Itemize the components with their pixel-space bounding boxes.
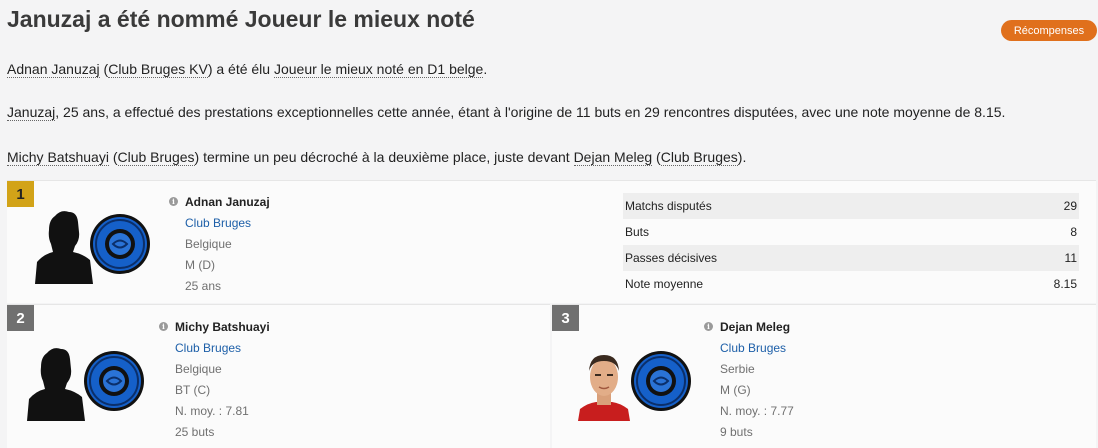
player-goals: 25 buts (175, 425, 215, 439)
info-icon[interactable]: i (169, 197, 178, 206)
news-paragraph-3: Michy Batshuayi (Club Bruges) termine un… (7, 149, 747, 166)
club-link-3[interactable]: Club Bruges (660, 149, 738, 166)
stat-row-matches: Matchs disputés 29 (623, 193, 1079, 219)
page-title: Januzaj a été nommé Joueur le mieux noté (7, 6, 475, 32)
player-club[interactable]: Club Bruges (175, 341, 241, 355)
player-position: M (D) (185, 258, 215, 272)
stat-row-assists: Passes décisives 11 (623, 245, 1079, 271)
first-place-card: 1 i Adnan Januzaj Club Bruges Belgique M… (7, 180, 1096, 303)
news-paragraph-2: Januzaj, 25 ans, a effectué des prestati… (7, 104, 1006, 121)
player-silhouette-icon (35, 211, 93, 284)
stat-row-goals: Buts 8 (625, 225, 1077, 239)
player-link-meleg[interactable]: Dejan Meleg (573, 149, 653, 166)
player-name[interactable]: Michy Batshuayi (175, 320, 270, 334)
rank-badge: 2 (7, 305, 34, 331)
player-name[interactable]: Adnan Januzaj (185, 195, 270, 209)
club-crest-icon (90, 214, 150, 274)
player-silhouette-icon (27, 348, 85, 421)
stat-row-rating: Note moyenne 8.15 (625, 277, 1077, 291)
player-nation: Belgique (175, 362, 222, 376)
player-club[interactable]: Club Bruges (185, 216, 251, 230)
player-name[interactable]: Dejan Meleg (720, 320, 790, 334)
rank-badge: 3 (552, 305, 579, 331)
player-position: BT (C) (175, 383, 211, 397)
club-link-2[interactable]: Club Bruges (117, 149, 195, 166)
player-rating: N. moy. : 7.77 (720, 404, 794, 418)
player-age: 25 ans (185, 279, 222, 293)
player-club[interactable]: Club Bruges (720, 341, 786, 355)
club-crest-icon (84, 351, 144, 411)
info-icon[interactable]: i (159, 322, 168, 331)
awards-button[interactable]: Récompenses (1001, 20, 1097, 41)
player-nation: Serbie (720, 362, 755, 376)
news-paragraph-1: Adnan Januzaj (Club Bruges KV) a été élu… (7, 61, 488, 78)
club-link[interactable]: Club Bruges KV (108, 61, 208, 78)
info-icon[interactable]: i (704, 322, 713, 331)
second-place-card: 2 i Michy Batshuayi Club Bruges Belgique… (7, 304, 550, 448)
stats-table: Matchs disputés 29 Buts 8 Passes décisives… (623, 193, 1079, 297)
player-photo (578, 355, 630, 421)
rank-badge: 1 (7, 181, 34, 207)
player-link-januzaj-2[interactable]: Januzaj (7, 104, 56, 121)
player-rating: N. moy. : 7.81 (175, 404, 249, 418)
award-link[interactable]: Joueur le mieux noté en D1 belge (273, 61, 484, 78)
player-link-batshuayi[interactable]: Michy Batshuayi (7, 149, 109, 166)
player-goals: 9 buts (720, 425, 753, 439)
club-crest-icon (631, 351, 691, 411)
player-nation: Belgique (185, 237, 232, 251)
third-place-card: 3 i Dejan Meleg Club Bruges Serbie M (G)… (552, 304, 1096, 448)
player-position: M (G) (720, 383, 751, 397)
player-link-januzaj[interactable]: Adnan Januzaj (7, 61, 100, 78)
